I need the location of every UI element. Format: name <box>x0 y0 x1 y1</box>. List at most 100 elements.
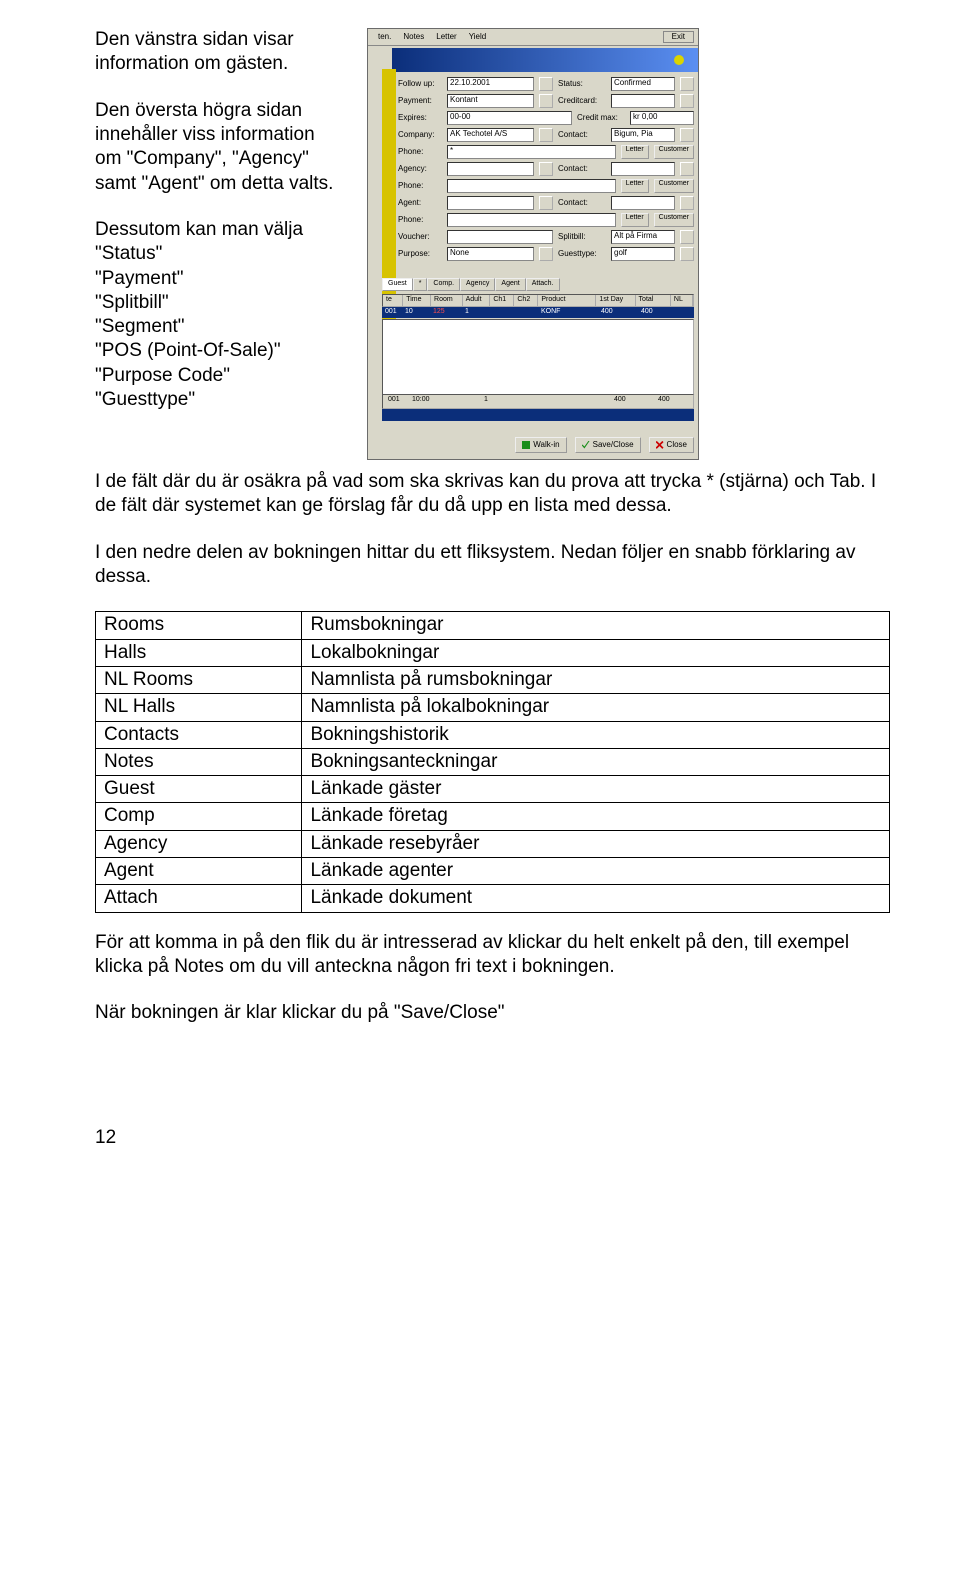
tab-guest[interactable]: Guest <box>382 278 413 291</box>
customer-button[interactable]: Customer <box>654 145 694 159</box>
close-button[interactable]: Close <box>649 437 694 453</box>
table-row: NL RoomsNamnlista på rumsbokningar <box>96 666 890 693</box>
customer-button[interactable]: Customer <box>654 179 694 193</box>
term-cell: NL Halls <box>96 694 302 721</box>
grid-footer: 001 10:00 1 400 400 <box>382 394 694 409</box>
chevron-down-icon[interactable] <box>680 128 694 142</box>
tab-attach[interactable]: Attach. <box>526 278 560 291</box>
letter-button[interactable]: Letter <box>621 145 649 159</box>
tab-agency[interactable]: Agency <box>460 278 495 291</box>
agent-input[interactable] <box>447 196 534 210</box>
intro-para-3-lead: Dessutom kan man välja <box>95 219 303 240</box>
chevron-down-icon[interactable] <box>539 247 553 261</box>
tab-definitions-table: RoomsRumsbokningarHallsLokalbokningarNL … <box>95 611 890 912</box>
tab-agent[interactable]: Agent <box>495 278 525 291</box>
voucher-label: Voucher: <box>398 232 442 242</box>
company-input[interactable]: AK Techotel A/S <box>447 128 534 142</box>
creditcard-input[interactable] <box>611 94 675 108</box>
grid-col: NL <box>671 295 693 306</box>
status-input[interactable]: Confirmed <box>611 77 675 91</box>
chevron-down-icon[interactable] <box>539 128 553 142</box>
splitbill-label: Splitbill: <box>558 232 606 242</box>
guesttype-label: Guesttype: <box>558 249 606 259</box>
followup-label: Follow up: <box>398 79 442 89</box>
definition-cell: Länkade resebyråer <box>302 830 890 857</box>
contact2-label: Contact: <box>558 164 606 174</box>
agency-input[interactable] <box>447 162 534 176</box>
phone3-input[interactable] <box>447 213 616 227</box>
walkin-icon <box>522 441 530 449</box>
grid-row[interactable]: 001 10 125 1 KONF 400 400 <box>382 307 694 318</box>
letter-button[interactable]: Letter <box>621 179 649 193</box>
definition-cell: Länkade företag <box>302 803 890 830</box>
tab-comp[interactable]: Comp. <box>427 278 460 291</box>
chevron-down-icon[interactable] <box>680 196 694 210</box>
payment-input[interactable]: Kontant <box>447 94 534 108</box>
intro-para-3-item: "Splitbill" <box>95 292 169 313</box>
agency-label: Agency: <box>398 164 442 174</box>
chevron-down-icon[interactable] <box>539 162 553 176</box>
walkin-button[interactable]: Walk-in <box>515 437 566 453</box>
term-cell: Agent <box>96 858 302 885</box>
grid-footer-cell: 400 <box>653 395 693 408</box>
intro-para-3-item: "Purpose Code" <box>95 365 230 386</box>
purpose-input[interactable]: None <box>447 247 534 261</box>
left-text-column: Den vänstra sidan visar information om g… <box>95 28 345 434</box>
grid-footer-cell: 001 <box>383 395 407 408</box>
term-cell: Rooms <box>96 612 302 639</box>
chevron-down-icon[interactable] <box>680 162 694 176</box>
expires-input[interactable]: 00-00 <box>447 111 572 125</box>
status-label: Status: <box>558 79 606 89</box>
customer-button[interactable]: Customer <box>654 213 694 227</box>
guesttype-input[interactable]: golf <box>611 247 675 261</box>
contact2-input[interactable] <box>611 162 675 176</box>
table-row: ContactsBokningshistorik <box>96 721 890 748</box>
term-cell: Attach <box>96 885 302 912</box>
followup-input[interactable]: 22.10.2001 <box>447 77 534 91</box>
contact3-input[interactable] <box>611 196 675 210</box>
grid-col: 1st Day <box>596 295 635 306</box>
creditmax-input[interactable]: kr 0,00 <box>630 111 694 125</box>
save-label: Save/Close <box>593 440 634 450</box>
exit-button[interactable]: Exit <box>663 31 694 43</box>
grid-cell <box>514 307 538 318</box>
toolbar-item[interactable]: Yield <box>463 32 493 42</box>
creditcard-label: Creditcard: <box>558 96 606 106</box>
grid-col: Product <box>538 295 596 306</box>
grid-footer-cell <box>443 395 479 408</box>
tab-star[interactable]: * <box>413 278 428 291</box>
chevron-down-icon[interactable] <box>539 77 553 91</box>
bottom-buttons: Walk-in Save/Close Close <box>382 437 694 453</box>
chevron-down-icon[interactable] <box>539 94 553 108</box>
contact-input[interactable]: Bigum, Pia <box>611 128 675 142</box>
phone-input[interactable]: * <box>447 145 616 159</box>
chevron-down-icon[interactable] <box>680 77 694 91</box>
term-cell: Contacts <box>96 721 302 748</box>
voucher-input[interactable] <box>447 230 553 244</box>
term-cell: Guest <box>96 776 302 803</box>
chevron-down-icon[interactable] <box>680 94 694 108</box>
toolbar-item[interactable]: Notes <box>397 32 430 42</box>
toolbar-item[interactable]: Letter <box>430 32 462 42</box>
toolbar-item[interactable]: ten. <box>372 32 397 42</box>
definition-cell: Lokalbokningar <box>302 639 890 666</box>
selected-row-highlight <box>382 409 694 421</box>
phone2-input[interactable] <box>447 179 616 193</box>
table-row: RoomsRumsbokningar <box>96 612 890 639</box>
definition-cell: Bokningsanteckningar <box>302 748 890 775</box>
page-number: 12 <box>95 1126 890 1150</box>
close-label: Close <box>667 440 687 450</box>
term-cell: Halls <box>96 639 302 666</box>
chevron-down-icon[interactable] <box>680 230 694 244</box>
save-close-button[interactable]: Save/Close <box>575 437 641 453</box>
grid-col: Ch1 <box>490 295 514 306</box>
grid-cell: 10 <box>402 307 430 318</box>
grid-cell: 125 <box>430 307 462 318</box>
chevron-down-icon[interactable] <box>539 196 553 210</box>
term-cell: Notes <box>96 748 302 775</box>
letter-button[interactable]: Letter <box>621 213 649 227</box>
chevron-down-icon[interactable] <box>680 247 694 261</box>
splitbill-input[interactable]: Alt på Firma <box>611 230 675 244</box>
grid-col: te <box>383 295 403 306</box>
intro-para-2: Den översta högra sidan innehåller viss … <box>95 99 345 196</box>
